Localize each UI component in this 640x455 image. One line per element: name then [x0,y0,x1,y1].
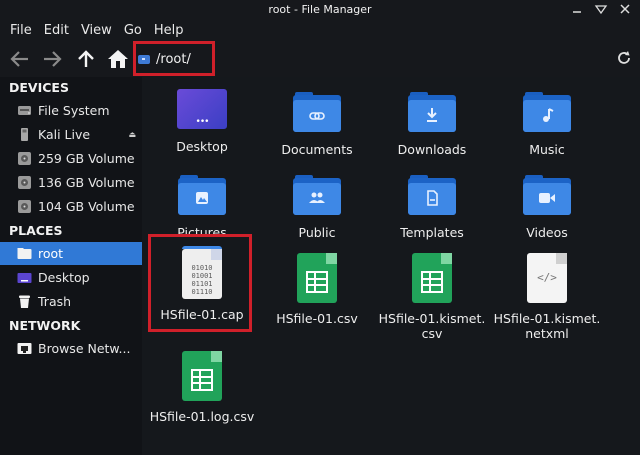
sidebar-item-file-system[interactable]: File System [0,99,142,122]
sidebar-item-label: root [38,246,64,261]
pictures-folder-icon [178,175,226,215]
file-label: Videos [526,225,568,240]
file-item-videos[interactable]: Videos [492,175,602,240]
close-icon[interactable] [618,2,632,16]
spreadsheet-file-icon [297,253,337,303]
sidebar-item-104gb-volume[interactable]: 104 GB Volume [0,195,142,218]
downloads-folder-icon [408,92,456,132]
title-bar: root - File Manager [0,0,640,20]
sidebar-item-label: Trash [38,294,72,309]
volume-icon [17,151,32,166]
file-highlight-box [148,234,252,332]
volume-icon [17,199,32,214]
menu-edit[interactable]: Edit [38,20,75,42]
file-item-hsfile-csv[interactable]: HSfile-01.csv [262,253,372,326]
sidebar-item-label: Desktop [38,270,90,285]
window-title: root - File Manager [268,3,372,16]
file-item-hsfile-kismet-csv[interactable]: HSfile-01.kismet.csv [377,253,487,341]
menu-file[interactable]: File [4,20,38,42]
sidebar-item-label: 104 GB Volume [38,199,135,214]
sidebar-item-kali-live[interactable]: Kali Live ⏏ [0,123,142,146]
back-arrow-icon[interactable] [8,48,32,70]
places-heading: PLACES [9,223,63,238]
file-label: Desktop [176,139,228,154]
sidebar-item-label: 259 GB Volume [38,151,135,166]
sidebar-item-259gb-volume[interactable]: 259 GB Volume [0,147,142,170]
sidebar-item-browse-network[interactable]: Browse Netw... [0,337,142,360]
spreadsheet-file-icon [182,351,222,401]
videos-folder-icon [523,175,571,215]
file-item-hsfile-log-csv[interactable]: HSfile-01.log.csv [147,351,257,424]
eject-icon[interactable]: ⏏ [128,130,136,139]
network-heading: NETWORK [9,318,81,333]
file-item-music[interactable]: Music [492,92,602,157]
file-label: HSfile-01.kismet.csv [378,311,486,341]
file-label: Templates [400,225,464,240]
sidebar-item-label: File System [38,103,110,118]
harddisk-icon [17,103,32,118]
volume-icon [17,175,32,190]
maximize-icon[interactable] [594,2,608,16]
forward-arrow-icon[interactable] [40,48,64,70]
file-label: HSfile-01.kismet.netxml [493,311,601,341]
usb-icon [17,127,32,142]
spreadsheet-file-icon [412,253,452,303]
file-item-hsfile-kismet-netxml[interactable]: </> HSfile-01.kismet.netxml [492,253,602,341]
sidebar-item-136gb-volume[interactable]: 136 GB Volume [0,171,142,194]
sidebar-item-label: 136 GB Volume [38,175,135,190]
sidebar-item-root[interactable]: root [0,242,142,265]
file-item-pictures[interactable]: Pictures [147,175,257,240]
sidebar-item-desktop[interactable]: Desktop [0,266,142,289]
menu-bar: File Edit View Go Help [0,20,640,42]
file-item-documents[interactable]: Documents [262,92,372,157]
menu-go[interactable]: Go [118,20,148,42]
file-label: Music [529,142,565,157]
file-item-public[interactable]: Public [262,175,372,240]
templates-folder-icon [408,175,456,215]
file-label: Public [298,225,336,240]
minimize-icon[interactable] [570,2,584,16]
sidebar-item-label: Kali Live [38,127,91,142]
network-icon [17,341,32,356]
sidebar-item-trash[interactable]: Trash [0,290,142,313]
file-item-desktop[interactable]: Desktop [147,89,257,154]
sidebar: DEVICES File System Kali Live ⏏ 259 GB V… [0,77,142,455]
home-icon[interactable] [106,48,130,70]
file-item-templates[interactable]: Templates [377,175,487,240]
folder-icon [17,246,32,261]
file-label: HSfile-01.csv [276,311,358,326]
file-label: Documents [281,142,353,157]
xml-glyph: </> [537,271,557,284]
sidebar-item-label: Browse Netw... [38,341,131,356]
devices-heading: DEVICES [9,80,69,95]
desktop-folder-icon [177,89,227,129]
menu-help[interactable]: Help [148,20,190,42]
trash-icon [17,294,32,309]
documents-folder-icon [293,92,341,132]
music-folder-icon [523,92,571,132]
file-label: HSfile-01.log.csv [149,409,255,424]
xml-file-icon: </> [527,253,567,303]
file-label: Downloads [397,142,467,157]
reload-icon[interactable] [616,50,632,66]
path-highlight-box [133,41,215,76]
file-item-downloads[interactable]: Downloads [377,92,487,157]
public-folder-icon [293,175,341,215]
menu-view[interactable]: View [75,20,118,42]
desktop-icon [17,270,32,285]
up-arrow-icon[interactable] [74,48,98,70]
